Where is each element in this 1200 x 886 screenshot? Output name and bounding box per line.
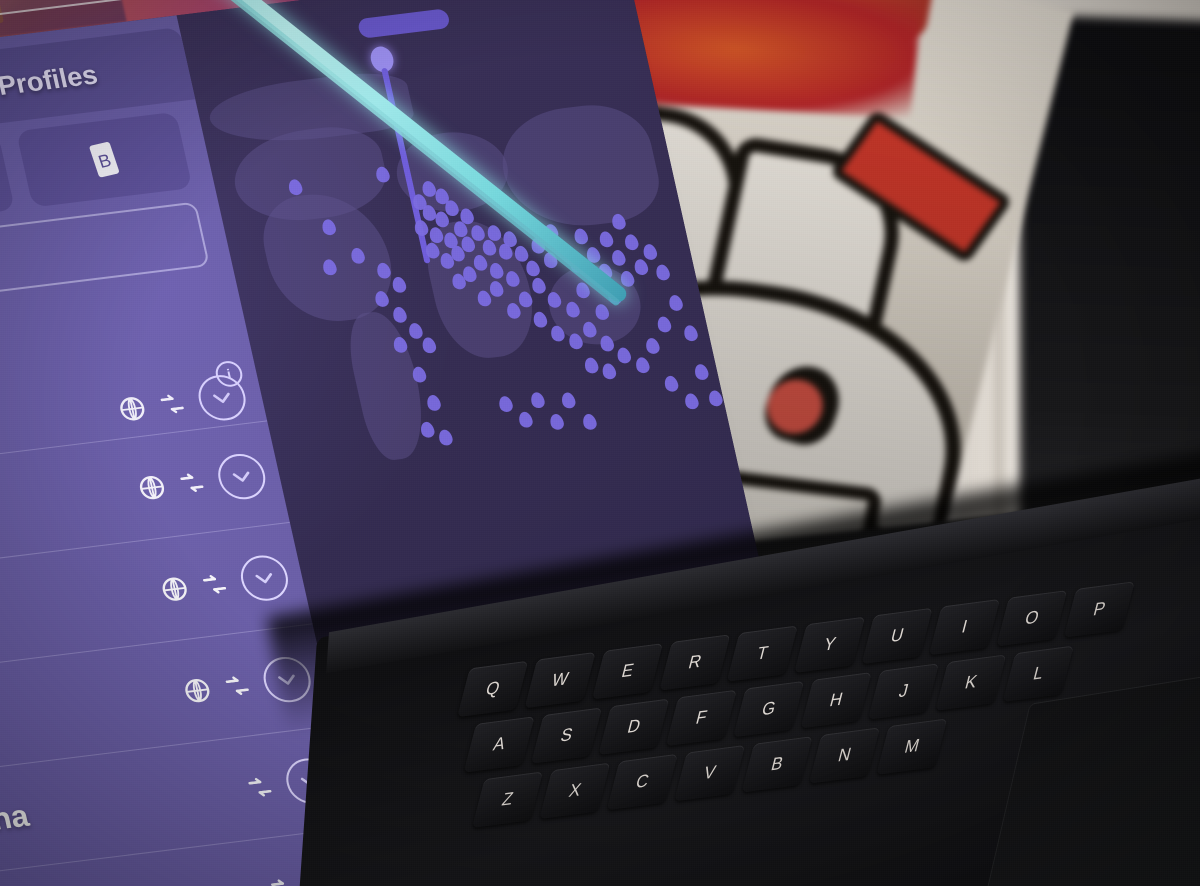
key-z[interactable]: Z (471, 771, 544, 828)
shuffle-icon (180, 473, 204, 492)
key-i[interactable]: I (928, 598, 1001, 656)
key-x[interactable]: X (539, 762, 611, 820)
chevron-down-icon[interactable] (213, 450, 270, 502)
key-f[interactable]: F (665, 689, 737, 747)
key-v[interactable]: V (674, 744, 746, 802)
key-h[interactable]: H (800, 672, 872, 729)
key-t[interactable]: T (726, 625, 798, 682)
globe-icon (185, 678, 210, 702)
shuffle-icon (160, 394, 184, 414)
shuffle-icon (271, 879, 294, 886)
key-w[interactable]: W (524, 651, 596, 709)
country-name: Argentina (0, 797, 32, 850)
globe-icon (139, 475, 164, 499)
key-b[interactable]: B (741, 736, 813, 793)
key-n[interactable]: N (808, 727, 881, 784)
shuffle-icon (248, 777, 272, 796)
photo-scene: Help • 130.195.250.67 WireGuard (0, 0, 1200, 886)
tor-card-icon: B (89, 142, 119, 178)
key-e[interactable]: E (591, 643, 664, 700)
shuffle-icon (225, 676, 249, 695)
key-l[interactable]: L (1002, 645, 1074, 702)
laptop: Help • 130.195.250.67 WireGuard (0, 0, 1200, 886)
row-actions[interactable] (157, 552, 293, 612)
row-actions[interactable] (134, 450, 270, 511)
key-o[interactable]: O (996, 590, 1068, 647)
selected-server-label (356, 8, 451, 39)
filter-tor[interactable]: B (15, 111, 193, 208)
key-g[interactable]: G (733, 680, 805, 738)
shuffle-icon (202, 574, 226, 593)
globe-icon (120, 397, 145, 421)
key-d[interactable]: D (598, 698, 670, 755)
key-c[interactable]: C (606, 753, 678, 811)
key-j[interactable]: J (867, 663, 940, 720)
key-a[interactable]: A (463, 716, 535, 773)
key-k[interactable]: K (935, 654, 1007, 711)
key-p[interactable]: P (1063, 581, 1135, 638)
key-m[interactable]: M (876, 718, 948, 775)
key-s[interactable]: S (530, 707, 603, 764)
filter-p2p[interactable] (0, 133, 16, 230)
search-country-field[interactable]: Search for country (0, 201, 211, 330)
key-y[interactable]: Y (794, 616, 866, 673)
key-r[interactable]: R (659, 634, 731, 691)
key-u[interactable]: U (861, 607, 933, 665)
chevron-down-icon[interactable] (236, 552, 293, 603)
chevron-down-icon[interactable] (194, 372, 251, 424)
globe-icon (162, 577, 187, 601)
